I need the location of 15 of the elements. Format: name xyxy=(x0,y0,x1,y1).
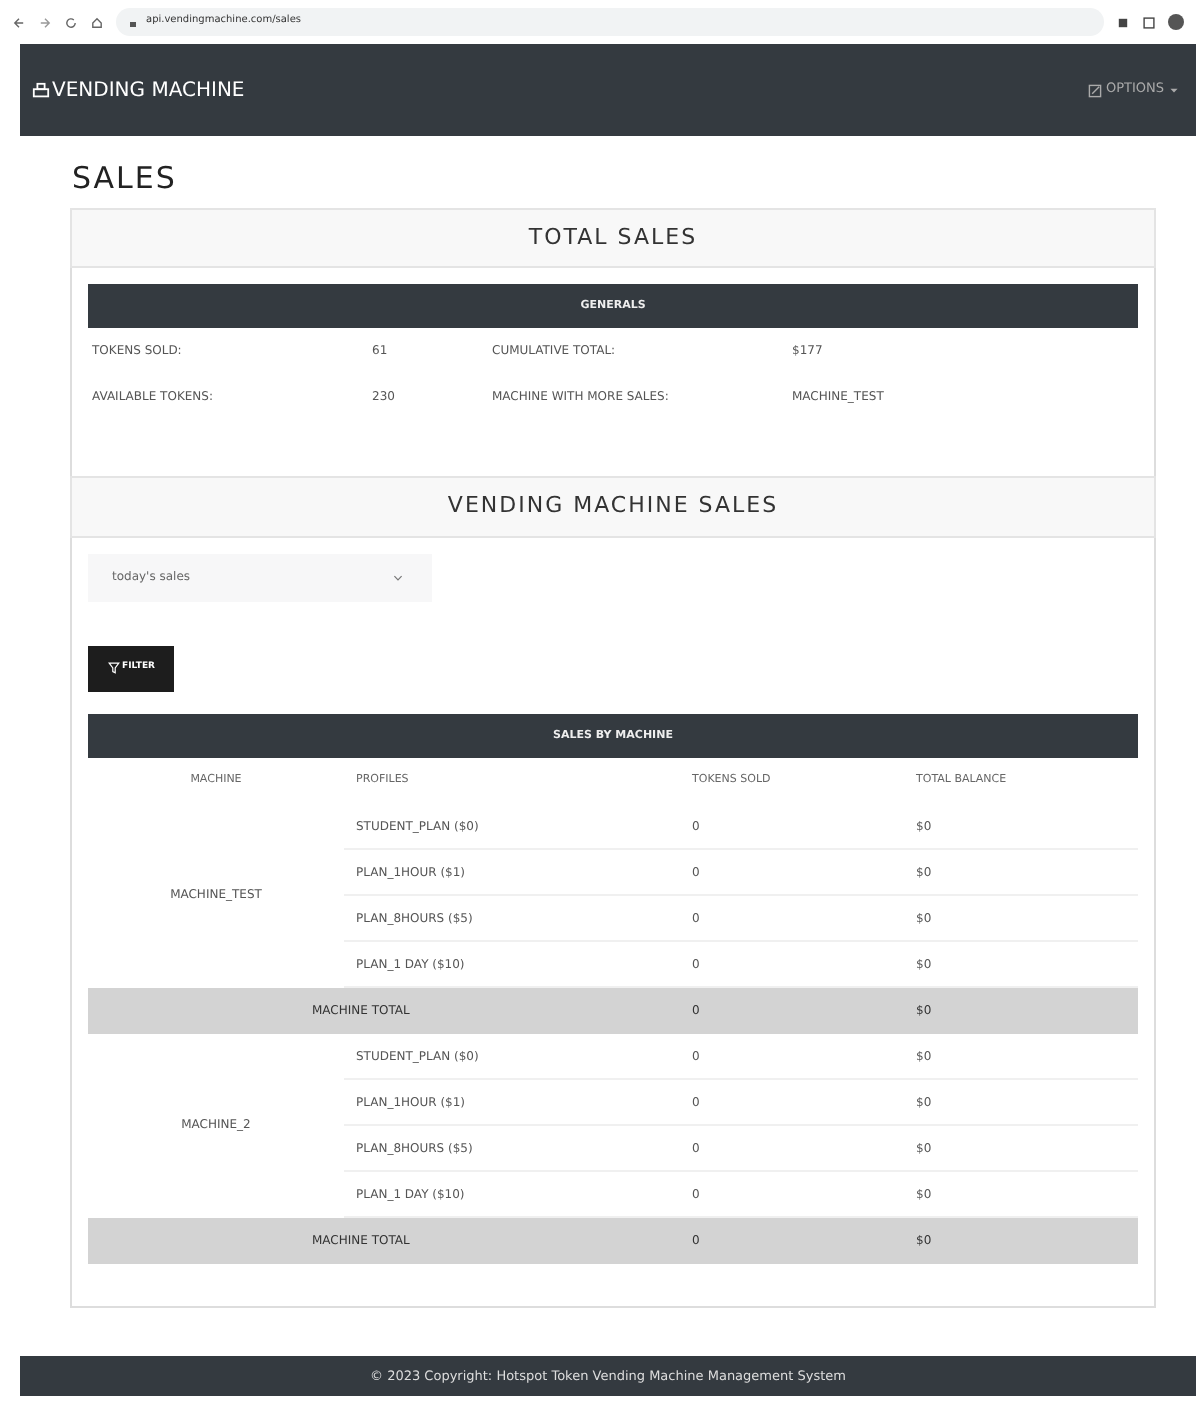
printer-icon xyxy=(32,81,50,99)
back-icon[interactable] xyxy=(12,15,26,29)
edit-icon xyxy=(1087,83,1102,97)
section-header: TOTAL SALES xyxy=(70,207,1156,268)
home-icon[interactable] xyxy=(90,15,104,29)
page-title: SALES xyxy=(72,162,179,195)
profile-icon[interactable] xyxy=(1168,14,1184,30)
caret-icon xyxy=(1168,84,1180,96)
chevron-down-icon xyxy=(392,571,404,584)
section-header: VENDING MACHINE SALES xyxy=(70,476,1156,538)
reload-icon[interactable] xyxy=(64,15,78,29)
sidebar-icon[interactable] xyxy=(1142,15,1156,29)
forward-icon[interactable] xyxy=(38,15,52,29)
brand-title: VENDING MACHINE xyxy=(52,77,245,105)
filter-icon xyxy=(108,662,120,675)
